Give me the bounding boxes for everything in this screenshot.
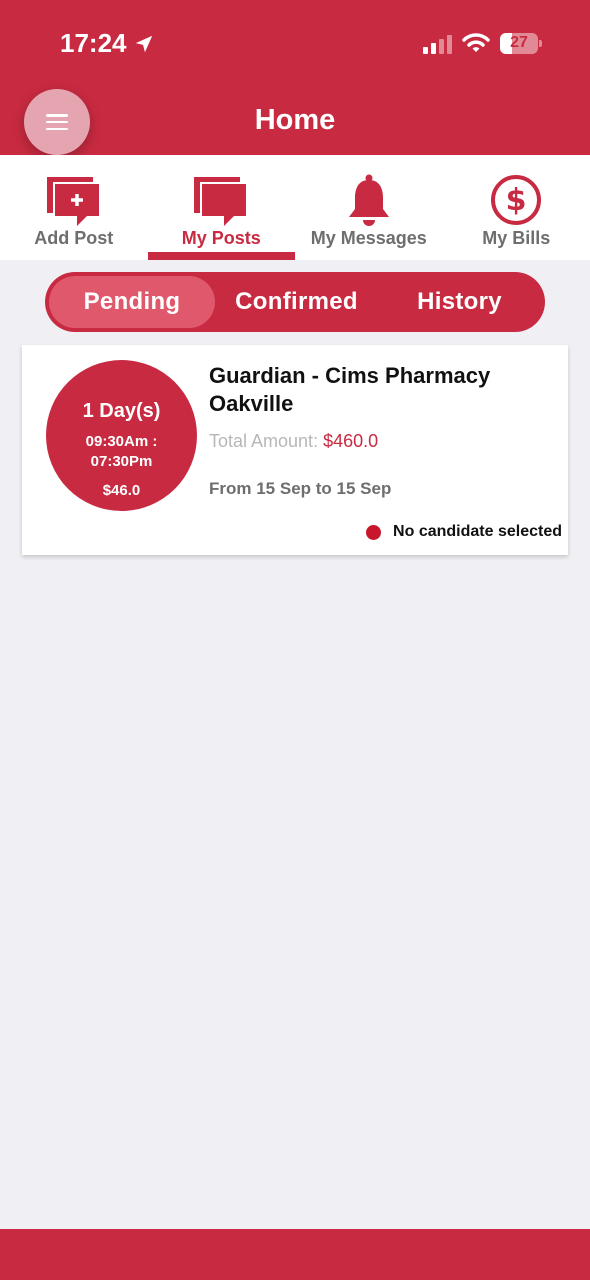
status-segmented-control: Pending Confirmed History (45, 272, 545, 332)
app-header: 17:24 27 Home (0, 0, 590, 155)
post-total-amount: Total Amount: $460.0 (209, 431, 378, 452)
post-status-text: No candidate selected (393, 523, 562, 540)
add-post-icon (46, 177, 101, 226)
post-summary-badge: 1 Day(s) 09:30Am : 07:30Pm $46.0 (46, 360, 197, 511)
status-bar: 17:24 27 (0, 0, 590, 88)
bottom-bar (0, 1229, 590, 1280)
bell-icon (348, 174, 389, 226)
tab-my-messages[interactable]: My Messages (295, 155, 443, 260)
active-tab-indicator (147, 252, 295, 260)
location-arrow-icon (135, 35, 152, 52)
status-time-text: 17:24 (60, 28, 127, 58)
status-dot-icon (366, 524, 382, 540)
dollar-circle-icon: $ (491, 175, 542, 225)
post-time-start: 09:30Am : (85, 433, 158, 450)
cellular-signal-icon (423, 34, 452, 54)
battery-icon: 27 (500, 33, 538, 54)
segment-pending[interactable]: Pending (49, 276, 215, 328)
svg-text:$: $ (506, 183, 527, 218)
tab-my-posts[interactable]: My Posts (147, 155, 295, 260)
battery-level: 27 (510, 34, 528, 51)
tab-add-post[interactable]: Add Post (0, 155, 148, 260)
post-pharmacy-name: Guardian - Cims Pharmacy Oakville (209, 363, 491, 416)
post-days: 1 Day(s) (82, 400, 161, 422)
posts-icon (194, 177, 249, 226)
total-amount-label: Total Amount: (209, 431, 319, 451)
page-title: Home (254, 104, 336, 136)
post-status: No candidate selected (366, 523, 562, 541)
segment-confirmed[interactable]: Confirmed (215, 276, 378, 328)
post-time-end: 07:30Pm (90, 453, 153, 470)
total-amount-value: $460.0 (323, 431, 379, 451)
tab-my-bills[interactable]: $ My Bills (443, 155, 590, 260)
post-time-range: 09:30Am : 07:30Pm (46, 432, 197, 472)
wifi-icon (462, 33, 490, 52)
tab-add-post-label: Add Post (34, 228, 114, 248)
tab-my-messages-label: My Messages (310, 228, 427, 248)
tab-my-posts-label: My Posts (181, 228, 261, 248)
top-tab-bar: Add Post My Posts My Messages $ My Bills (0, 155, 590, 260)
status-time: 17:24 (60, 28, 155, 59)
post-card[interactable]: 1 Day(s) 09:30Am : 07:30Pm $46.0 Guardia… (22, 345, 568, 555)
post-hourly-rate: $46.0 (102, 482, 141, 499)
tab-my-bills-label: My Bills (482, 228, 551, 248)
segment-history[interactable]: History (378, 276, 541, 328)
post-date-range: From 15 Sep to 15 Sep (209, 479, 392, 498)
